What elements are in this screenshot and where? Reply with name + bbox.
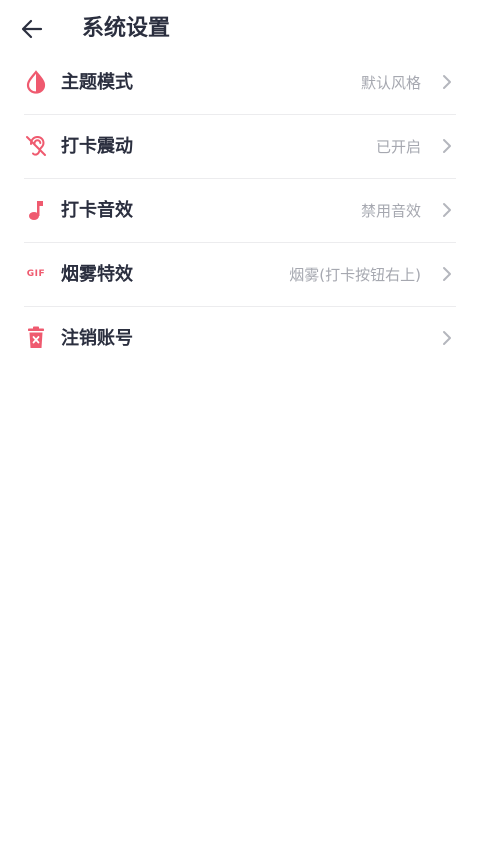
- settings-item-label: 打卡音效: [61, 200, 133, 221]
- gif-icon: GIF: [26, 269, 46, 279]
- trash-icon: [24, 326, 48, 350]
- back-button[interactable]: [16, 14, 48, 44]
- chevron-right-icon: [440, 73, 454, 91]
- settings-item-value: 已开启: [375, 138, 421, 156]
- app-header: 系统设置: [0, 0, 478, 58]
- page-title: 系统设置: [82, 16, 171, 41]
- settings-item-label: 烟雾特效: [61, 264, 133, 285]
- settings-item-label: 注销账号: [61, 328, 133, 349]
- ear-off-icon: [24, 134, 48, 158]
- arrow-left-icon: [21, 19, 43, 39]
- settings-item-value: 烟雾(打卡按钮右上): [289, 266, 421, 284]
- chevron-right-icon: [440, 329, 454, 347]
- settings-item-value: 禁用音效: [360, 202, 421, 220]
- settings-item-label: 打卡震动: [61, 136, 133, 157]
- settings-item-checkin-sound[interactable]: 打卡音效 禁用音效: [24, 179, 456, 243]
- chevron-right-icon: [440, 137, 454, 155]
- music-note-icon: [24, 198, 48, 222]
- chevron-right-icon: [440, 265, 454, 283]
- settings-item-delete-account[interactable]: 注销账号: [24, 307, 456, 370]
- settings-list: 主题模式 默认风格 打卡震动 已开启 打卡音效 禁用音效 GIF 烟雾特效 烟雾…: [24, 51, 456, 370]
- settings-item-smoke-effect[interactable]: GIF 烟雾特效 烟雾(打卡按钮右上): [24, 243, 456, 307]
- settings-item-theme-mode[interactable]: 主题模式 默认风格: [24, 51, 456, 115]
- chevron-right-icon: [440, 201, 454, 219]
- settings-item-checkin-vibration[interactable]: 打卡震动 已开启: [24, 115, 456, 179]
- settings-item-value: 默认风格: [360, 74, 421, 92]
- drop-icon: [24, 70, 48, 94]
- settings-item-label: 主题模式: [61, 72, 133, 93]
